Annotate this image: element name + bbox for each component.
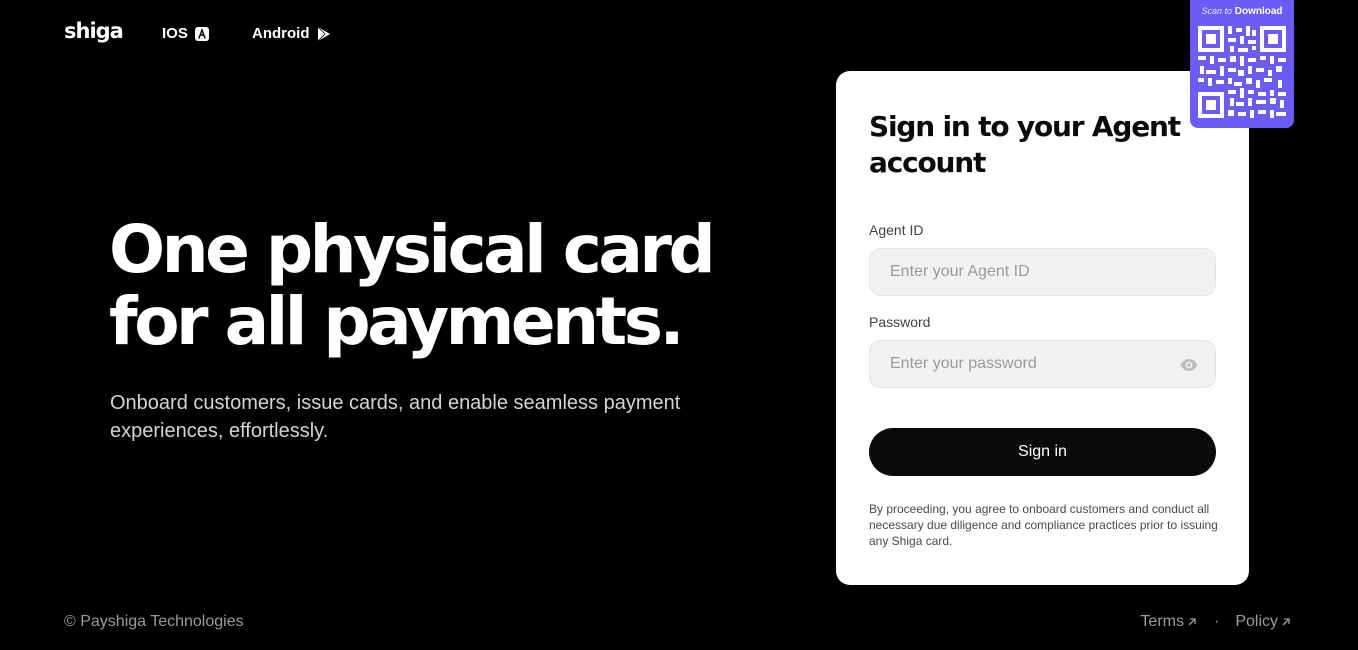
play-store-icon <box>316 26 332 42</box>
terms-link-label: Terms <box>1140 613 1184 630</box>
shiga-logo[interactable]: shiga <box>64 19 124 43</box>
hero-subtitle: Onboard customers, issue cards, and enab… <box>110 392 681 442</box>
qr-caption-big: Download <box>1234 6 1283 17</box>
nav-ios-label: IOS <box>162 25 188 42</box>
signin-card: Sign in to your Agent account Agent ID P… <box>836 71 1249 585</box>
eye-icon[interactable] <box>1179 355 1199 375</box>
qr-caption-small: Scan to <box>1201 6 1232 16</box>
signin-title: Sign in to your Agent account <box>869 110 1181 179</box>
qr-caption: Scan to Download <box>1190 6 1294 17</box>
app-store-icon <box>194 26 210 42</box>
nav-android-label: Android <box>252 25 310 42</box>
password-label: Password <box>869 314 931 330</box>
hero-title-line1: One physical card <box>109 211 716 288</box>
sign-in-button[interactable]: Sign in <box>869 428 1216 476</box>
password-field <box>869 340 1216 388</box>
hero-title-line2: for all payments. <box>109 283 685 360</box>
copyright-text: © Payshiga Technologies <box>64 613 244 630</box>
hero-title: One physical card for all payments. <box>109 214 749 358</box>
nav-android-link[interactable]: Android <box>252 25 332 42</box>
password-input[interactable] <box>890 355 1195 373</box>
agent-id-field <box>869 248 1216 296</box>
terms-link[interactable]: Terms <box>1140 613 1198 631</box>
policy-link[interactable]: Policy <box>1235 613 1292 631</box>
policy-link-label: Policy <box>1235 613 1278 630</box>
agent-id-label: Agent ID <box>869 222 924 238</box>
arrow-up-right-icon <box>1186 616 1198 628</box>
signin-disclaimer: By proceeding, you agree to onboard cust… <box>869 502 1218 548</box>
nav-ios-link[interactable]: IOS <box>162 25 210 42</box>
footer-separator: · <box>1213 613 1220 630</box>
qr-download-badge: Scan to Download <box>1190 0 1294 128</box>
agent-id-input[interactable] <box>890 263 1195 281</box>
qr-code-icon <box>1198 26 1286 118</box>
arrow-up-right-icon <box>1280 616 1292 628</box>
footer-links: Terms · Policy <box>1140 613 1292 631</box>
